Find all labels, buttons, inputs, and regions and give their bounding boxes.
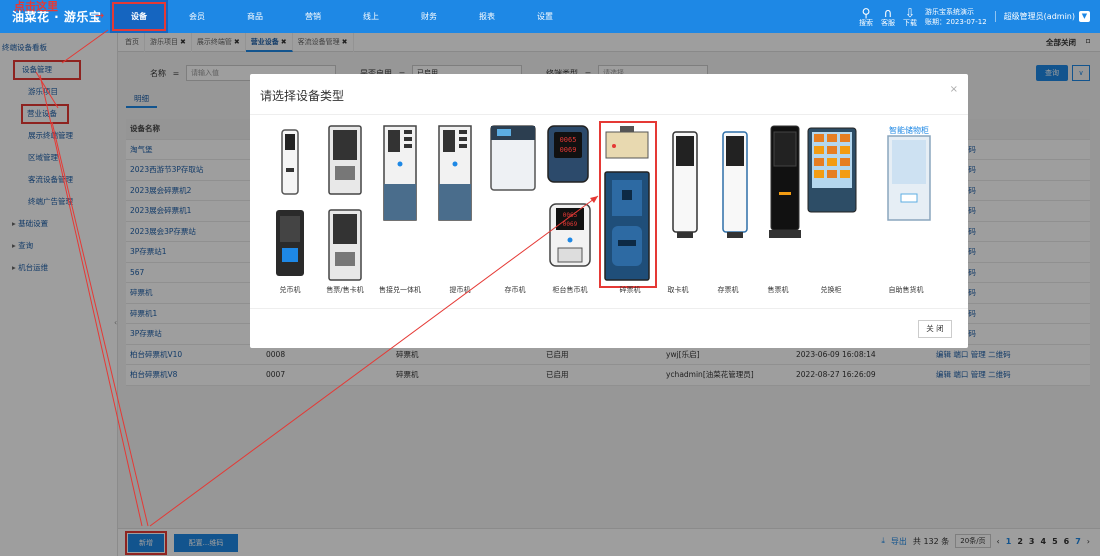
user-menu[interactable]: 超级管理员(admin) ▼	[994, 11, 1090, 22]
close-button[interactable]: 关 闭	[918, 320, 952, 338]
ticket-card-seller-alt-image	[328, 209, 362, 281]
nav-marketing[interactable]: 营销	[284, 0, 342, 33]
coin-exchanger-image	[281, 129, 299, 195]
ticket-card-seller-image	[328, 125, 362, 195]
device-ticket-shredder[interactable]	[597, 124, 657, 284]
counter-coin-seller-alt-image: 0065 0069	[549, 203, 591, 267]
card-dispenser-image	[672, 131, 698, 238]
svg-text:0065: 0065	[560, 136, 577, 144]
nav-member[interactable]: 会员	[168, 0, 226, 33]
download-button[interactable]: ⇩ 下载	[903, 7, 917, 27]
nav-goods[interactable]: 商品	[226, 0, 284, 33]
combo-machine-image	[383, 125, 417, 221]
vending-machine-image: 智能储物柜	[887, 125, 931, 221]
device-ticket-card-seller[interactable]	[315, 124, 375, 198]
annotation-arrow: →	[95, 9, 105, 22]
device-counter-coin-seller[interactable]: 0065 0069	[538, 124, 598, 186]
nav-device[interactable]: 设备	[110, 0, 168, 33]
device-vending-machine[interactable]: 智能储物柜	[880, 124, 938, 224]
svg-text:0069: 0069	[560, 146, 577, 154]
device-coin-exchanger-2[interactable]	[260, 208, 320, 280]
main-nav: 设备 会员 商品 营销 线上 财务 报表 设置	[110, 0, 574, 33]
nav-settings[interactable]: 设置	[516, 0, 574, 33]
device-type-modal: 请选择设备类型 × 0065 0069 智能储物柜 0065 0069 兑币机 …	[250, 74, 968, 348]
search-button[interactable]: ⚲ 搜索	[859, 7, 873, 27]
device-counter-coin-seller-2[interactable]: 0065 0069	[540, 202, 600, 268]
label-exchange-cabinet: 兑换柜	[820, 286, 842, 294]
device-coin-deposit[interactable]	[483, 124, 543, 194]
ticket-shredder-image	[604, 126, 650, 281]
chevron-down-icon: ▼	[1079, 11, 1090, 22]
top-bar: 油菜花 · 游乐宝 点击这里 → 设备 会员 商品 营销 线上 财务 报表 设置…	[0, 0, 1100, 33]
service-button[interactable]: ∩ 客服	[881, 7, 895, 27]
ticket-deposit-image	[722, 131, 748, 238]
search-icon: ⚲	[861, 5, 871, 20]
download-icon: ⇩	[904, 5, 916, 20]
modal-title: 请选择设备类型	[260, 89, 345, 103]
device-coin-exchanger[interactable]	[260, 128, 320, 198]
svg-text:0065: 0065	[563, 212, 578, 219]
counter-coin-seller-image: 0065 0069	[547, 125, 589, 183]
exchange-cabinet-image	[807, 127, 857, 213]
ticket-seller-image	[769, 125, 801, 238]
coin-exchanger-alt-image	[276, 210, 304, 276]
coin-deposit-image	[490, 125, 536, 191]
nav-online[interactable]: 线上	[342, 0, 400, 33]
label-vending-machine: 自助售货机	[888, 286, 924, 294]
svg-text:0069: 0069	[563, 221, 578, 228]
coin-withdraw-image	[438, 125, 472, 221]
device-coin-withdraw[interactable]	[425, 124, 485, 224]
device-ticket-card-seller-2[interactable]	[315, 208, 375, 282]
annotation-hint: 点击这里	[14, 0, 58, 13]
device-ticket-exchange-combo[interactable]	[370, 124, 430, 224]
topbar-right: ⚲ 搜索 ∩ 客服 ⇩ 下载 游乐宝系统演示 账期：2023-07-12 超级管理员(…	[859, 0, 1090, 33]
headset-icon: ∩	[883, 5, 893, 20]
svg-text:智能储物柜: 智能储物柜	[889, 125, 929, 135]
close-icon[interactable]: ×	[950, 84, 958, 95]
system-info: 游乐宝系统演示 账期：2023-07-12	[925, 7, 987, 26]
device-exchange-cabinet[interactable]	[802, 126, 862, 216]
nav-finance[interactable]: 财务	[400, 0, 458, 33]
nav-report[interactable]: 报表	[458, 0, 516, 33]
